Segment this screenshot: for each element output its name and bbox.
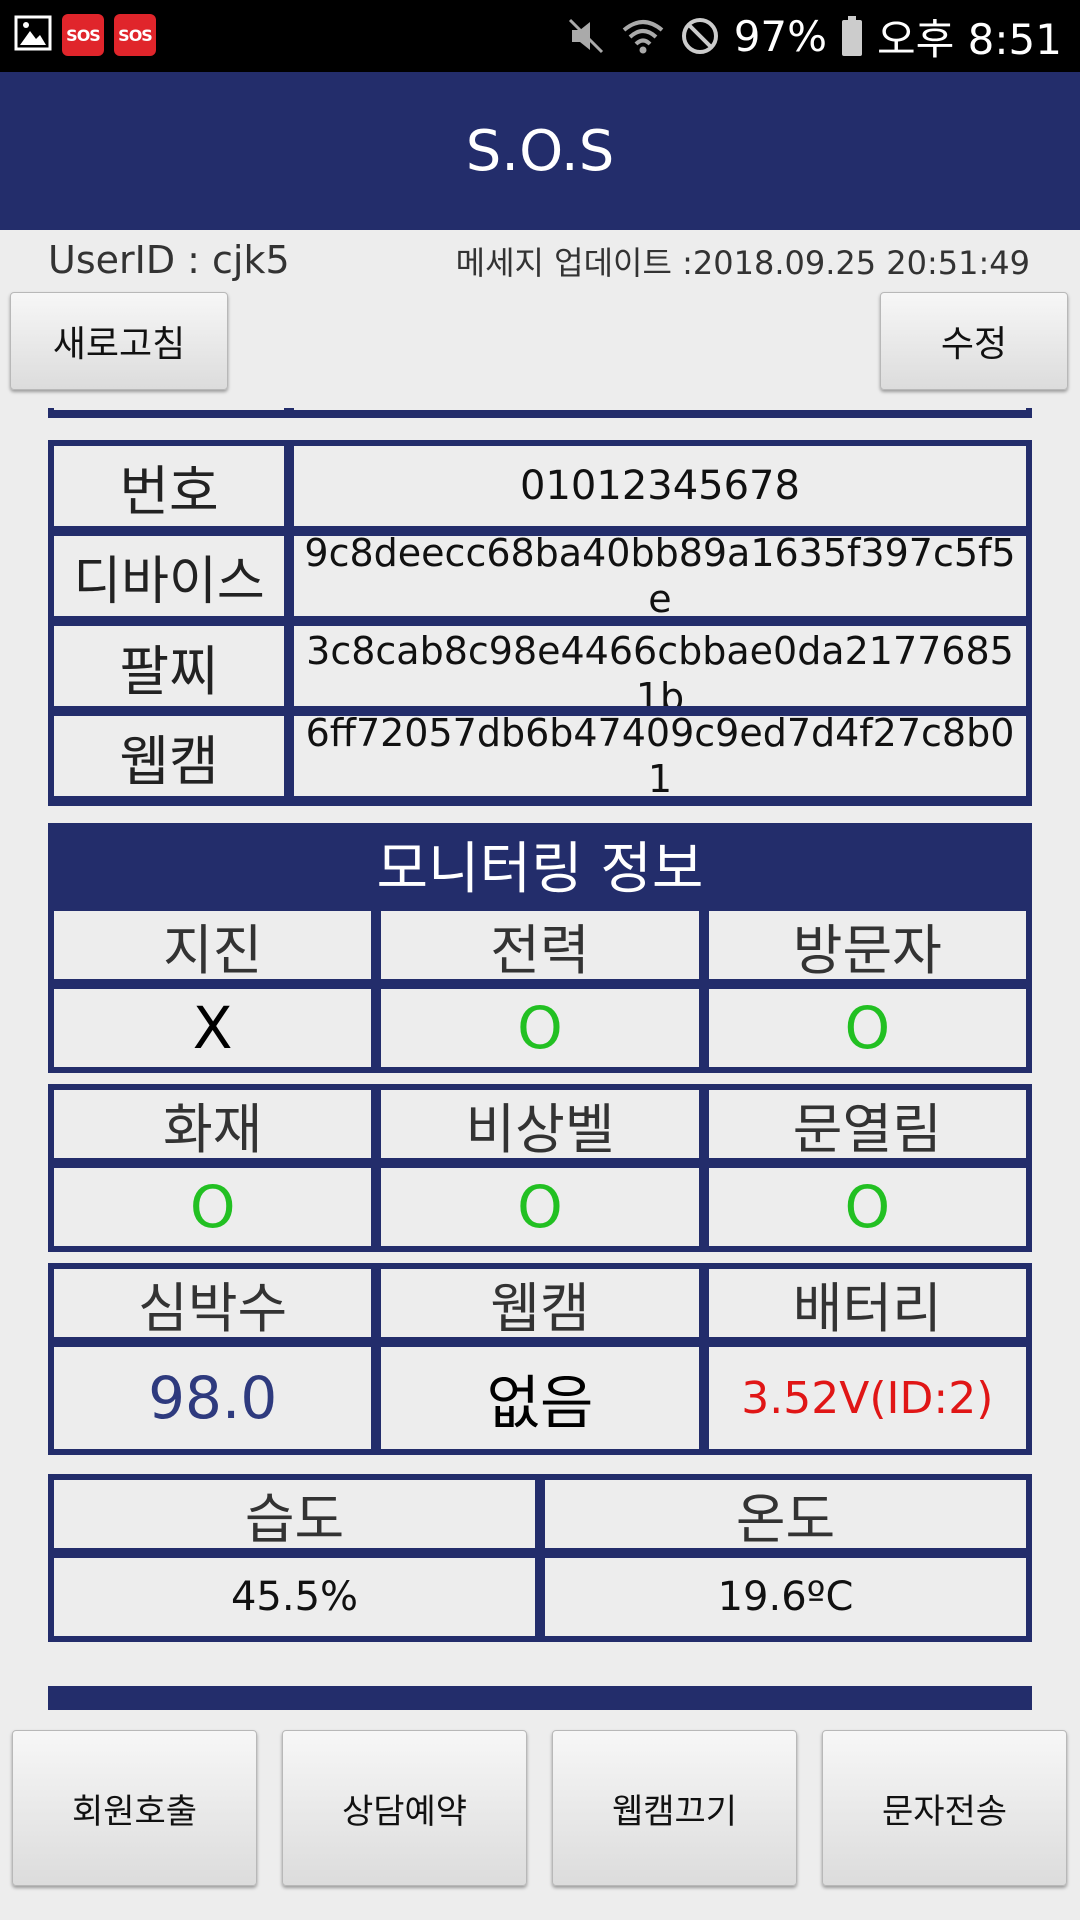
webcam-id-value: 6ff72057db6b47409c9ed7d4f27c8b01 [294,716,1026,796]
sos-badge: SOS [62,14,104,56]
phone-value: 01012345678 [294,446,1026,526]
emergency-bell-label: 비상벨 [381,1090,699,1161]
emergency-bell-value: O [381,1168,699,1246]
door-open-label: 문열림 [708,1090,1026,1161]
battery-percent: 97% [733,11,828,61]
battery-value: 3.52V(ID:2) [708,1347,1026,1449]
system-icons: 97% 오후 8:51 [566,10,1062,64]
humidity-label: 습도 [54,1480,535,1551]
monitoring-block-1: 지진 전력 방문자 X O O [48,905,1032,1073]
webcam-value: 없음 [381,1347,699,1449]
mute-icon [566,16,606,56]
humidity-value: 45.5% [54,1558,535,1636]
monitoring-block-3: 심박수 웹캠 배터리 98.0 없음 3.52V(ID:2) [48,1263,1032,1455]
next-section-header [48,1686,1032,1710]
fire-label: 화재 [54,1090,372,1161]
visitor-value: O [708,989,1026,1067]
edit-button[interactable]: 수정 [880,292,1068,390]
content-scroll-area[interactable]: 번호 01012345678 디바이스 9c8deecc68ba40bb89a1… [0,408,1080,1710]
user-info-table: 번호 01012345678 디바이스 9c8deecc68ba40bb89a1… [48,440,1032,806]
power-label: 전력 [381,911,699,982]
webcam-id-label: 웹캠 [54,716,284,796]
monitoring-block-2: 화재 비상벨 문열림 O O O [48,1084,1032,1252]
do-not-disturb-icon [680,16,720,56]
info-row-device: 디바이스 9c8deecc68ba40bb89a1635f397c5f5e [54,536,1026,616]
battery-label: 배터리 [708,1269,1026,1340]
send-sms-button[interactable]: 문자전송 [822,1730,1067,1886]
notification-icons: SOS SOS [14,14,156,56]
battery-icon [841,16,863,56]
info-row-phone: 번호 01012345678 [54,446,1026,526]
bracelet-label: 팔찌 [54,626,284,706]
clock: 오후 8:51 [877,14,1062,64]
user-id: UserID : cjk5 [48,238,290,282]
monitoring-block-4: 습도 온도 45.5% 19.6ºC [48,1474,1032,1642]
monitoring-title: 모니터링 정보 [48,823,1032,905]
app-title: S.O.S [465,118,615,184]
info-table-partial [48,408,1032,418]
heart-rate-label: 심박수 [54,1269,372,1340]
wifi-icon [620,16,666,56]
sos-badge: SOS [114,14,156,56]
bracelet-value: 3c8cab8c98e4466cbbae0da21776851b [294,626,1026,706]
device-value: 9c8deecc68ba40bb89a1635f397c5f5e [294,536,1026,616]
message-update-time: 메세지 업데이트 :2018.09.25 20:51:49 [455,244,1030,282]
visitor-label: 방문자 [708,911,1026,982]
webcam-label: 웹캠 [381,1269,699,1340]
earthquake-value: X [54,989,372,1067]
webcam-off-button[interactable]: 웹캠끄기 [552,1730,797,1886]
call-member-button[interactable]: 회원호출 [12,1730,257,1886]
earthquake-label: 지진 [54,911,372,982]
door-open-value: O [708,1168,1026,1246]
power-value: O [381,989,699,1067]
info-row-bracelet: 팔찌 3c8cab8c98e4466cbbae0da21776851b [54,626,1026,706]
status-bar: SOS SOS 97% 오후 8:51 [0,0,1080,72]
image-icon [14,15,52,55]
heart-rate-value: 98.0 [54,1347,372,1449]
info-row-webcam: 웹캠 6ff72057db6b47409c9ed7d4f27c8b01 [54,716,1026,796]
app-bar: S.O.S [0,72,1080,230]
refresh-button[interactable]: 새로고침 [10,292,228,390]
consult-reservation-button[interactable]: 상담예약 [282,1730,527,1886]
phone-label: 번호 [54,446,284,526]
bottom-action-bar: 회원호출 상담예약 웹캠끄기 문자전송 [0,1716,1080,1920]
fire-value: O [54,1168,372,1246]
temperature-value: 19.6ºC [545,1558,1026,1636]
device-label: 디바이스 [54,536,284,616]
temperature-label: 온도 [545,1480,1026,1551]
